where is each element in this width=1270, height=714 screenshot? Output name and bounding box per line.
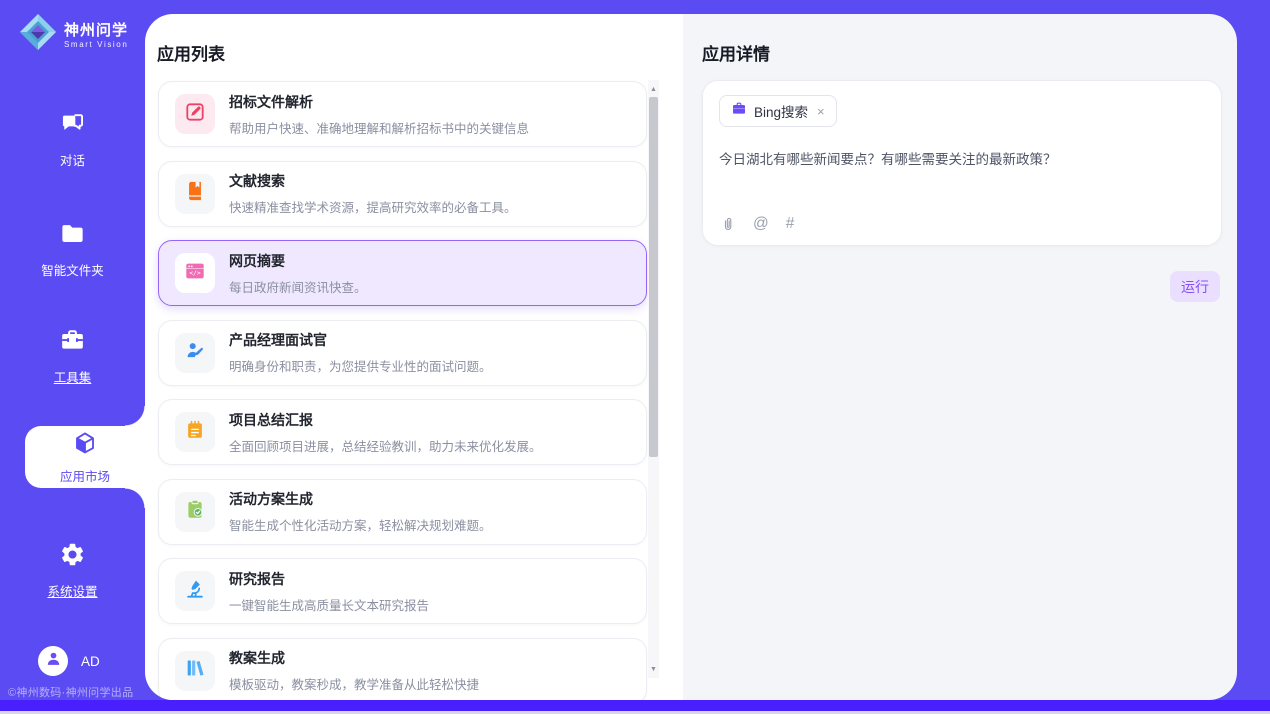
app-card-icon-box [175,571,215,611]
sidebar: 神州问学 Smart Vision 对话智能文件夹工具集应用市场系统设置 AD … [0,0,145,700]
app-detail-panel: 应用详情 Bing搜索 × 今日湖北有哪些新闻要点？有哪些需要关注的最新政策？ … [683,14,1237,700]
scrollbar-thumb[interactable] [649,97,658,457]
at-icon[interactable]: @ [753,216,769,232]
hash-icon[interactable]: # [786,216,795,232]
sidebar-item-toolbox[interactable]: 工具集 [0,327,145,386]
clipboard-check-icon [184,498,206,525]
app-card-text: 产品经理面试官明确身份和职责，为您提供专业性的面试问题。 [229,330,492,375]
query-text[interactable]: 今日湖北有哪些新闻要点？有哪些需要关注的最新政策？ [719,150,1205,170]
app-card-icon-box [175,651,215,691]
app-card-title: 产品经理面试官 [229,330,492,350]
gear-icon [59,541,86,573]
books-icon [184,657,206,684]
sidebar-item-gear[interactable]: 系统设置 [0,541,145,600]
app-card-text: 文献搜索快速精准查找学术资源，提高研究效率的必备工具。 [229,171,517,216]
sidebar-item-label: 系统设置 [47,581,97,600]
app-card-text: 网页摘要每日政府新闻资讯快查。 [229,251,367,296]
prompt-card: Bing搜索 × 今日湖北有哪些新闻要点？有哪些需要关注的最新政策？ @# [702,80,1222,246]
app-card-icon-box [175,412,215,452]
app-card-title: 教案生成 [229,648,479,668]
app-root: { "brand": { "name": "神州问学", "subtitle":… [0,0,1270,714]
app-card-title: 网页摘要 [229,251,367,271]
sidebar-item-label: 对话 [60,150,85,169]
brand-diamond-icon [18,12,58,57]
app-list-panel: 应用列表 招标文件解析帮助用户快速、准确地理解和解析招标书中的关键信息文献搜索快… [145,14,683,700]
user-initials: AD [81,654,100,669]
paperclip-icon[interactable] [720,216,736,232]
app-card-text: 研究报告一键智能生成高质量长文本研究报告 [229,569,429,614]
app-card-title: 招标文件解析 [229,92,529,112]
run-button[interactable]: 运行 [1170,271,1220,302]
user-avatar[interactable] [38,646,68,676]
interviewer-icon [184,339,206,366]
scroll-down-icon[interactable]: ▼ [648,662,659,676]
browser-code-icon: </> [184,260,206,287]
input-toolbar: @# [720,216,794,232]
app-detail-title: 应用详情 [702,40,770,65]
app-card-desc: 快速精准查找学术资源，提高研究效率的必备工具。 [229,197,517,216]
app-list: 招标文件解析帮助用户快速、准确地理解和解析招标书中的关键信息文献搜索快速精准查找… [158,81,647,700]
app-card[interactable]: 招标文件解析帮助用户快速、准确地理解和解析招标书中的关键信息 [158,81,647,147]
app-card-text: 活动方案生成智能生成个性化活动方案，轻松解决规划难题。 [229,489,492,534]
user-row[interactable]: AD [38,646,100,676]
brand-logo: 神州问学 Smart Vision [18,12,128,57]
sidebar-item-chat[interactable]: 对话 [0,110,145,169]
app-card-desc: 帮助用户快速、准确地理解和解析招标书中的关键信息 [229,118,529,137]
app-card-desc: 明确身份和职责，为您提供专业性的面试问题。 [229,356,492,375]
copyright-footer: ©神州数码·神州问学出品 [8,684,133,700]
sidebar-item-label: 智能文件夹 [41,260,104,279]
app-list-scrollbar[interactable]: ▲ ▼ [648,80,659,678]
brand-subtitle: Smart Vision [64,40,128,49]
app-card-icon-box: </> [175,253,215,293]
chat-icon [59,110,86,142]
app-card-desc: 模板驱动，教案秒成，教学准备从此轻松快捷 [229,674,479,693]
app-card-icon-box [175,333,215,373]
svg-text:</>: </> [189,269,201,277]
brand-name: 神州问学 [64,21,128,40]
cube-icon [72,430,98,461]
scroll-up-icon[interactable]: ▲ [648,82,659,96]
app-card[interactable]: 项目总结汇报全面回顾项目进展，总结经验教训，助力未来优化发展。 [158,399,647,465]
bottom-accent-bar [0,700,1270,711]
briefcase-icon [731,101,747,122]
main-content: 应用列表 招标文件解析帮助用户快速、准确地理解和解析招标书中的关键信息文献搜索快… [145,14,1237,700]
app-card-icon-box [175,492,215,532]
app-card-desc: 每日政府新闻资讯快查。 [229,277,367,296]
app-list-title: 应用列表 [157,40,225,65]
microscope-icon [184,578,206,605]
app-card-text: 项目总结汇报全面回顾项目进展，总结经验教训，助力未来优化发展。 [229,410,542,455]
app-card[interactable]: 研究报告一键智能生成高质量长文本研究报告 [158,558,647,624]
app-card[interactable]: 文献搜索快速精准查找学术资源，提高研究效率的必备工具。 [158,161,647,227]
app-card-text: 招标文件解析帮助用户快速、准确地理解和解析招标书中的关键信息 [229,92,529,137]
app-card-title: 活动方案生成 [229,489,492,509]
app-card[interactable]: 活动方案生成智能生成个性化活动方案，轻松解决规划难题。 [158,479,647,545]
tag-close-icon[interactable]: × [817,105,825,118]
app-card-text: 教案生成模板驱动，教案秒成，教学准备从此轻松快捷 [229,648,479,693]
sidebar-item-cube[interactable]: 应用市场 [25,426,145,488]
edit-square-icon [184,101,206,128]
folder-icon [59,220,86,252]
app-card[interactable]: </> 网页摘要每日政府新闻资讯快查。 [158,240,647,306]
app-card[interactable]: 教案生成模板驱动，教案秒成，教学准备从此轻松快捷 [158,638,647,701]
tool-tag-bing-search[interactable]: Bing搜索 × [719,95,837,127]
toolbox-icon [59,327,86,359]
sidebar-item-label: 工具集 [54,367,92,386]
app-card-icon-box [175,94,215,134]
tool-tag-label: Bing搜索 [754,101,808,121]
app-card-desc: 智能生成个性化活动方案，轻松解决规划难题。 [229,515,492,534]
app-card-icon-box [175,174,215,214]
app-card-title: 研究报告 [229,569,429,589]
sidebar-item-folder[interactable]: 智能文件夹 [0,220,145,279]
app-card[interactable]: 产品经理面试官明确身份和职责，为您提供专业性的面试问题。 [158,320,647,386]
app-card-desc: 全面回顾项目进展，总结经验教训，助力未来优化发展。 [229,436,542,455]
sidebar-item-label: 应用市场 [60,466,110,485]
app-card-title: 文献搜索 [229,171,517,191]
app-card-title: 项目总结汇报 [229,410,542,430]
report-note-icon [184,419,206,446]
app-card-desc: 一键智能生成高质量长文本研究报告 [229,595,429,614]
book-icon [184,180,206,207]
user-icon [44,649,63,673]
